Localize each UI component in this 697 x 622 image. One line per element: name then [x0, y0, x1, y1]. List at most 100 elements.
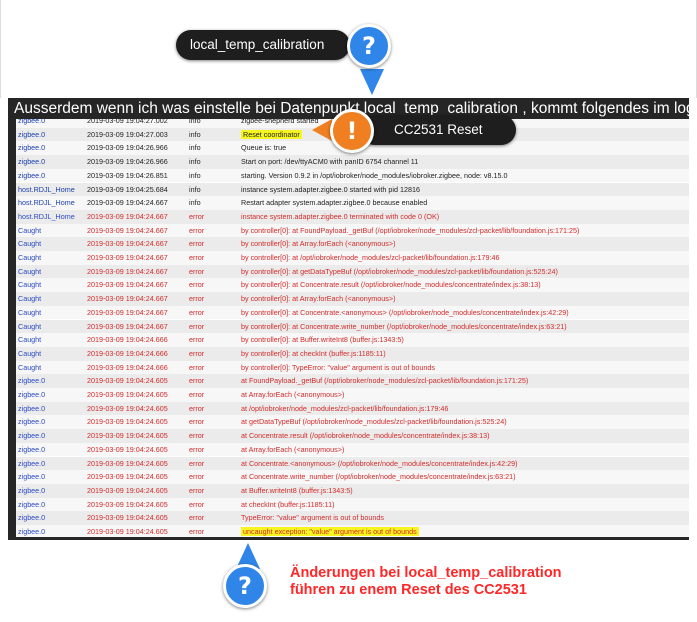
log-row: Caught 2019-03-09 19:04:24.666 error by con… [16, 346, 689, 361]
log-source: zigbee.0 [18, 458, 46, 468]
log-message: by controller[0]: at Concentrate.write_n… [241, 321, 567, 331]
log-source: zigbee.0 [18, 376, 46, 386]
log-source: zigbee.0 [18, 417, 46, 427]
log-severity: error [189, 390, 205, 399]
log-severity: info [189, 143, 201, 153]
log-row: host.RDJL_Home 2019-03-09 19:04:24.667 err… [16, 209, 689, 224]
log-row: zigbee.0 2019-03-09 19:04:24.605 error unca… [16, 525, 689, 537]
log-row: Caught 2019-03-09 19:04:24.667 error by con… [16, 237, 689, 251]
callout-top-label: local_temp_calibration [176, 30, 350, 60]
log-message: at Array.forEach (<anonymous>) [241, 444, 345, 454]
log-message: at Concentrate.write_number (/opt/iobrok… [241, 472, 516, 482]
log-row: zigbee.0 2019-03-09 19:04:24.605 error at g… [16, 415, 689, 430]
log-source: zigbee.0 [18, 119, 46, 125]
log-severity: error [189, 266, 205, 276]
log-severity: error [189, 376, 205, 386]
log-time: 2019-03-09 19:04:24.605 [87, 527, 168, 536]
log-source: host.RDJL_Home [18, 211, 75, 221]
log-message: by controller[0]: at getDataTypeBuf (/op… [241, 266, 558, 276]
log-message: instance system.adapter.zigbee.0 termina… [241, 211, 440, 221]
log-source: zigbee.0 [18, 157, 46, 167]
annotation-caption: Änderungen bei local_temp_calibration fü… [290, 565, 690, 599]
log-source: zigbee.0 [18, 499, 46, 509]
log-message: TypeError: "value" argument is out of bo… [241, 513, 384, 523]
log-row: Caught 2019-03-09 19:04:24.667 error by con… [16, 223, 689, 238]
log-time: 2019-03-09 19:04:24.605 [87, 444, 168, 454]
log-table: zigbee.0 2019-03-09 19:04:27.002 info zigbe… [16, 119, 689, 537]
log-message: by controller[0]: at Buffer.writeInt8 (b… [241, 335, 404, 345]
log-message: Start on port: /dev/ttyACM0 with panID 6… [241, 157, 419, 167]
log-message: at Array.forEach (<anonymous>) [241, 390, 345, 399]
log-row: zigbee.0 2019-03-09 19:04:24.605 error Type… [16, 511, 689, 525]
highlighted-message: Reset coordinator [241, 129, 302, 139]
log-row: zigbee.0 2019-03-09 19:04:26.966 info Start… [16, 155, 689, 169]
log-message: by controller[0]: at Array.forEach (<ano… [241, 294, 396, 304]
log-severity: error [189, 239, 205, 249]
log-source: zigbee.0 [18, 170, 46, 180]
log-time: 2019-03-09 19:04:24.605 [87, 472, 168, 482]
question-icon: ? [223, 564, 267, 608]
caption-line-2: führen zu enem Reset des CC2531 [290, 582, 527, 598]
log-source: Caught [18, 239, 42, 249]
log-message: Restart adapter system.adapter.zigbee.0 … [241, 198, 428, 208]
log-row: Caught 2019-03-09 19:04:24.667 error by con… [16, 278, 689, 293]
log-severity: error [189, 280, 205, 290]
log-time: 2019-03-09 19:04:25.684 [87, 184, 168, 194]
log-row: Caught 2019-03-09 19:04:24.667 error by con… [16, 251, 689, 265]
log-source: zigbee.0 [18, 444, 46, 454]
log-row: host.RDJL_Home 2019-03-09 19:04:25.684 inf… [16, 182, 689, 197]
log-severity: error [189, 335, 205, 345]
log-time: 2019-03-09 19:04:27.003 [87, 129, 168, 139]
log-row: zigbee.0 2019-03-09 19:04:24.605 error at C… [16, 429, 689, 443]
log-row: zigbee.0 2019-03-09 19:04:24.605 error at A… [16, 388, 689, 402]
log-source: zigbee.0 [18, 485, 46, 495]
log-message: uncaught exception: "value" argument is … [241, 525, 419, 537]
log-message: Queue is: true [241, 143, 287, 153]
log-severity: error [189, 294, 205, 304]
callout-reset-pointer [312, 119, 332, 141]
log-row: zigbee.0 2019-03-09 19:04:24.605 error at /… [16, 401, 689, 416]
callout-top-text: local_temp_calibration [190, 37, 325, 52]
log-time: 2019-03-09 19:04:24.666 [87, 335, 168, 345]
log-severity: error [189, 513, 205, 523]
callout-reset-text: CC2531 Reset [394, 122, 483, 137]
log-severity: error [189, 211, 205, 221]
log-source: Caught [18, 280, 42, 290]
log-severity: info [189, 129, 201, 139]
log-source: Caught [18, 307, 42, 317]
highlighted-message: uncaught exception: "value" argument is … [241, 527, 419, 536]
log-severity: error [189, 485, 205, 495]
log-row: Caught 2019-03-09 19:04:24.666 error by con… [16, 333, 689, 347]
log-row: zigbee.0 2019-03-09 19:04:24.605 error at C… [16, 456, 689, 471]
log-time: 2019-03-09 19:04:26.851 [87, 170, 168, 180]
log-severity: error [189, 444, 205, 454]
log-message: at /opt/iobroker/node_modules/zcl-packet… [241, 403, 449, 413]
log-severity: error [189, 307, 205, 317]
log-source: zigbee.0 [18, 472, 46, 482]
log-time: 2019-03-09 19:04:24.667 [87, 280, 168, 290]
log-row: zigbee.0 2019-03-09 19:04:24.605 error at B… [16, 483, 689, 498]
log-severity: error [189, 225, 205, 235]
log-source: Caught [18, 348, 42, 358]
log-message: zigbee-shepherd started [241, 119, 319, 125]
log-message: by controller[0]: at Concentrate.result … [241, 280, 541, 290]
log-row: zigbee.0 2019-03-09 19:04:24.605 error at F… [16, 374, 689, 388]
log-row: zigbee.0 2019-03-09 19:04:24.605 error at C… [16, 470, 689, 484]
log-row: zigbee.0 2019-03-09 19:04:24.605 error at A… [16, 442, 689, 457]
log-time: 2019-03-09 19:04:24.667 [87, 239, 168, 249]
log-time: 2019-03-09 19:04:24.605 [87, 485, 168, 495]
log-message: by controller[0]: at checkInt (buffer.js… [241, 348, 386, 358]
log-time: 2019-03-09 19:04:24.667 [87, 225, 168, 235]
log-time: 2019-03-09 19:04:24.666 [87, 362, 168, 372]
log-row: zigbee.0 2019-03-09 19:04:26.851 info start… [16, 168, 689, 183]
log-time: 2019-03-09 19:04:27.002 [87, 119, 168, 125]
log-severity: error [189, 472, 205, 482]
log-row: Caught 2019-03-09 19:04:24.667 error by con… [16, 319, 689, 334]
log-severity: info [189, 170, 201, 180]
log-source: Caught [18, 362, 42, 372]
log-severity: error [189, 403, 205, 413]
log-severity: info [189, 184, 201, 194]
log-row: Caught 2019-03-09 19:04:24.667 error by con… [16, 292, 689, 306]
log-message: Reset coordinator [241, 128, 302, 142]
log-severity: error [189, 321, 205, 331]
